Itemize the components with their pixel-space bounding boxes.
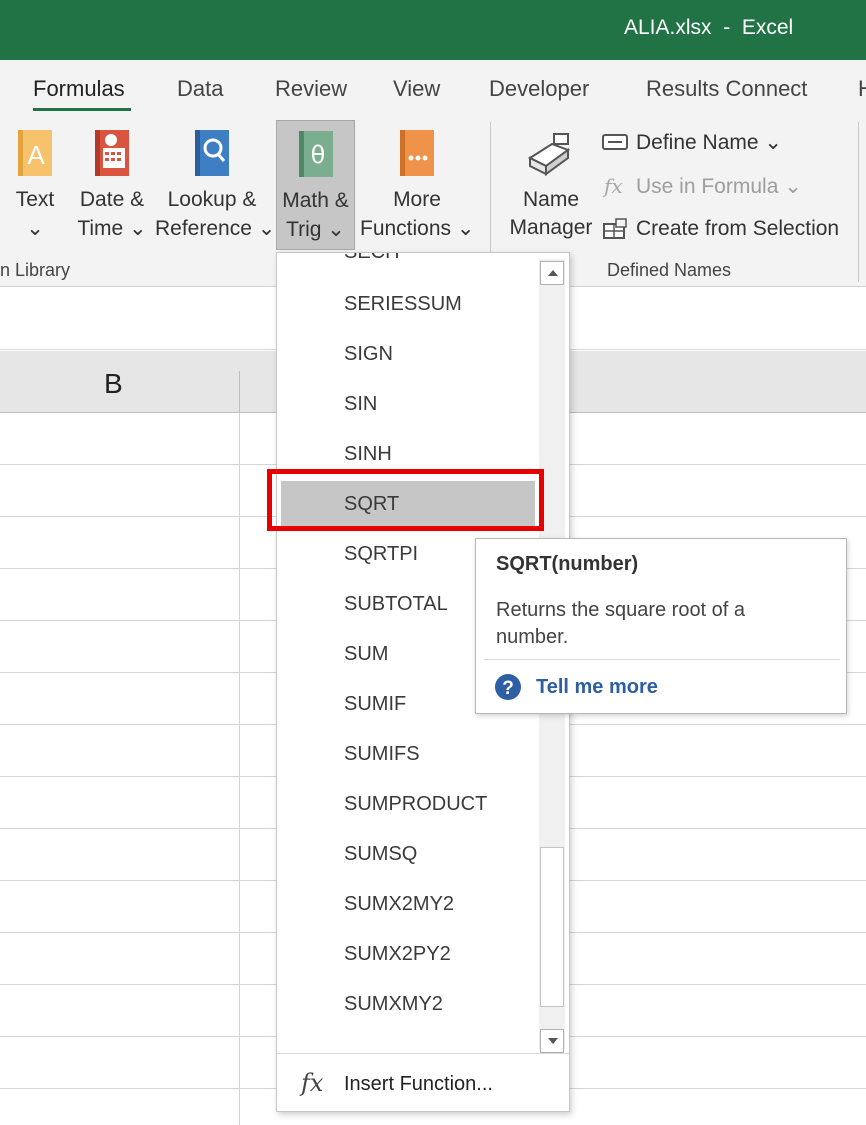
- scroll-down-button[interactable]: [540, 1029, 564, 1053]
- text-functions-button[interactable]: A Text ⌄: [6, 124, 64, 244]
- define-name-label: Define Name ⌄: [636, 130, 782, 154]
- svg-text:?: ?: [502, 678, 514, 699]
- lookup-reference-functions-button[interactable]: Lookup & Reference ⌄: [155, 124, 276, 244]
- date-time-functions-button[interactable]: Date & Time ⌄: [76, 124, 148, 244]
- menu-item-sin[interactable]: SIN: [277, 381, 539, 427]
- lookup-label-2: Reference ⌄: [155, 217, 276, 240]
- tell-me-more-link[interactable]: Tell me more: [536, 676, 658, 699]
- window-title: ALIA.xlsx - Excel: [624, 16, 794, 39]
- tooltip-description: Returns the square root of a number.: [496, 599, 746, 648]
- tab-help[interactable]: H: [858, 76, 866, 102]
- svg-text:fx: fx: [602, 175, 623, 197]
- function-library-group-label: n Library: [0, 260, 71, 280]
- menu-item-sumx2py2[interactable]: SUMX2PY2: [277, 931, 539, 977]
- text-button-label: Text: [15, 188, 55, 211]
- sqrt-highlight-box: [267, 469, 544, 531]
- theta-math-icon: θ: [298, 131, 333, 177]
- scrollbar-thumb[interactable]: [540, 847, 564, 1007]
- scroll-up-button[interactable]: [540, 261, 564, 285]
- name-manager-label-1: Name: [522, 188, 580, 211]
- function-tooltip: SQRT(number) Returns the square root of …: [475, 538, 847, 714]
- active-tab-indicator: [33, 108, 131, 111]
- insert-function-item[interactable]: fx Insert Function...: [277, 1063, 569, 1107]
- use-in-formula-button[interactable]: fx Use in Formula ⌄: [602, 171, 802, 201]
- more-functions-icon: [400, 130, 434, 176]
- date-time-label-2: Time ⌄: [77, 217, 147, 240]
- insert-function-label: Insert Function...: [344, 1073, 493, 1095]
- help-question-icon[interactable]: ?: [494, 673, 522, 701]
- tab-review[interactable]: Review: [275, 76, 347, 102]
- defined-names-group-label: Defined Names: [607, 260, 732, 280]
- lookup-label-1: Lookup &: [167, 188, 257, 211]
- fx-icon: fx: [301, 1069, 324, 1097]
- tab-developer[interactable]: Developer: [489, 76, 589, 102]
- menu-item-sumx2my2[interactable]: SUMX2MY2: [277, 881, 539, 927]
- more-functions-label-2: Functions ⌄: [360, 217, 475, 240]
- tooltip-divider: [484, 659, 840, 660]
- menu-item-sumproduct[interactable]: SUMPRODUCT: [277, 781, 539, 827]
- name-manager-label-2: Manager: [509, 216, 593, 239]
- menu-item-sech[interactable]: SECH: [277, 253, 539, 275]
- column-header-b[interactable]: B: [104, 368, 123, 400]
- more-functions-button[interactable]: More Functions ⌄: [360, 124, 474, 244]
- menu-item-sumxmy2[interactable]: SUMXMY2: [277, 981, 539, 1027]
- create-from-selection-button[interactable]: Create from Selection: [602, 214, 839, 244]
- title-bar: ALIA.xlsx - Excel: [0, 0, 866, 60]
- tooltip-title: SQRT(number): [496, 553, 639, 575]
- more-functions-label-1: More: [393, 188, 441, 211]
- name-manager-icon: [528, 133, 571, 176]
- group-separator: [858, 122, 859, 282]
- name-manager-button[interactable]: Name Manager: [507, 124, 595, 244]
- column-separator: [239, 371, 240, 413]
- math-trig-label-1: Math &: [282, 189, 349, 212]
- triangle-up-icon: [548, 270, 558, 276]
- menu-divider: [277, 1053, 569, 1054]
- menu-item-sumsq[interactable]: SUMSQ: [277, 831, 539, 877]
- define-name-icon: [602, 134, 628, 150]
- calendar-clock-icon: [95, 130, 129, 176]
- menu-item-seriessum[interactable]: SERIESSUM: [277, 281, 539, 327]
- grid-line: [239, 413, 240, 1125]
- menu-item-sumifs[interactable]: SUMIFS: [277, 731, 539, 777]
- tab-formulas[interactable]: Formulas: [33, 76, 125, 102]
- menu-item-tan[interactable]: TAN: [277, 1033, 539, 1048]
- triangle-down-icon: [548, 1038, 558, 1044]
- tab-view[interactable]: View: [393, 76, 440, 102]
- svg-text:A: A: [27, 140, 45, 170]
- define-name-button[interactable]: Define Name ⌄: [602, 127, 782, 157]
- create-from-selection-icon: [603, 218, 627, 239]
- fx-icon: fx: [602, 175, 623, 197]
- text-button-caret: ⌄: [26, 217, 44, 240]
- create-from-selection-label: Create from Selection: [636, 217, 840, 240]
- text-function-icon: A: [18, 130, 52, 176]
- tab-results-connect[interactable]: Results Connect: [646, 76, 807, 102]
- lookup-magnifier-icon: [195, 130, 229, 176]
- date-time-label-1: Date &: [79, 188, 145, 211]
- tab-data[interactable]: Data: [177, 76, 223, 102]
- svg-text:θ: θ: [310, 141, 325, 169]
- menu-item-sign[interactable]: SIGN: [277, 331, 539, 377]
- math-trig-label-2: Trig ⌄: [286, 218, 345, 241]
- math-trig-functions-button[interactable]: θ Math & Trig ⌄: [276, 120, 355, 250]
- use-in-formula-label: Use in Formula ⌄: [636, 174, 802, 198]
